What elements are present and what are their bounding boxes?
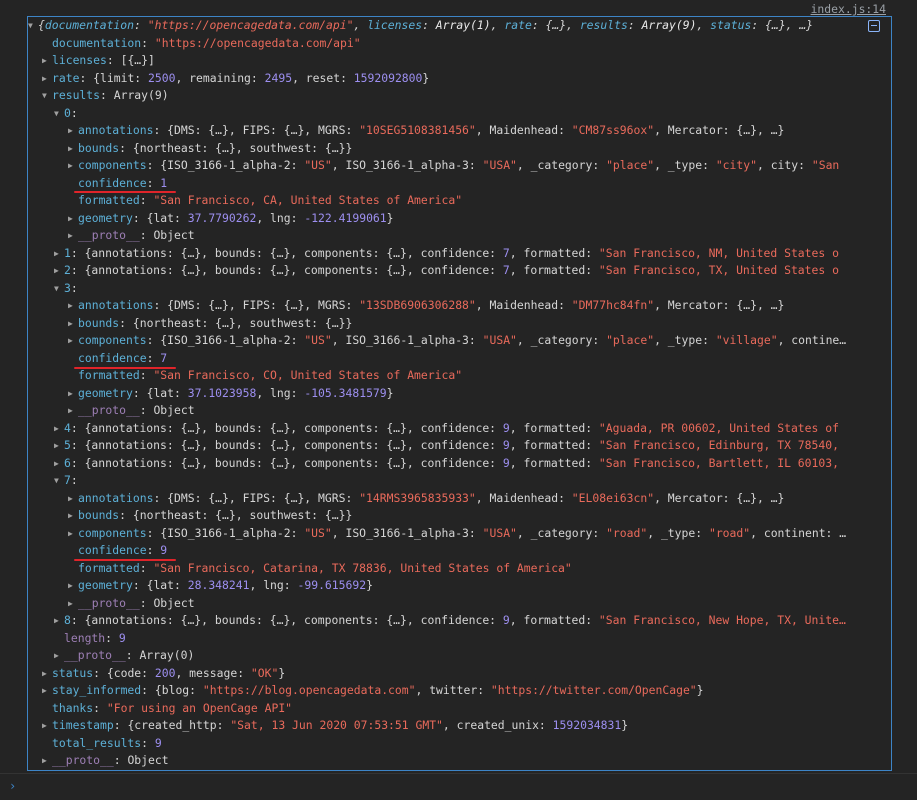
result-item-8[interactable]: ▶ 8: {annotations: {…}, bounds: {…}, comp… (54, 612, 888, 630)
collapsed-triangle-icon[interactable]: ▶ (54, 437, 64, 455)
results-proto[interactable]: ▶ __proto__: Array(0) (54, 647, 888, 665)
prop-stay-informed[interactable]: ▶ stay_informed: {blog: "https://blog.ope… (42, 682, 888, 700)
prop-status[interactable]: ▶ status: {code: 200, message: "OK"} (42, 665, 888, 683)
collapse-icon[interactable] (868, 20, 880, 32)
expand-triangle-icon[interactable]: ▼ (54, 280, 64, 298)
expand-triangle-icon[interactable]: ▼ (54, 472, 64, 490)
r3-geometry[interactable]: ▶ geometry: {lat: 37.1023958, lng: -105.3… (68, 385, 888, 403)
collapsed-triangle-icon[interactable]: ▶ (42, 682, 52, 700)
r7-annotations[interactable]: ▶ annotations: {DMS: {…}, FIPS: {…}, MGRS… (68, 490, 888, 508)
collapsed-triangle-icon[interactable]: ▶ (68, 297, 78, 315)
r0-formatted: formatted: "San Francisco, CA, United St… (78, 193, 463, 207)
prop-total-results: total_results: 9 (52, 735, 162, 750)
r3-confidence: confidence: 7 (78, 350, 168, 365)
collapsed-triangle-icon[interactable]: ▶ (68, 210, 78, 228)
collapsed-triangle-icon[interactable]: ▶ (68, 315, 78, 333)
collapsed-triangle-icon[interactable]: ▶ (42, 52, 52, 70)
collapsed-triangle-icon[interactable]: ▶ (68, 122, 78, 140)
expand-triangle-icon[interactable]: ▼ (54, 105, 64, 123)
prop-rate[interactable]: ▶ rate: {limit: 2500, remaining: 2495, re… (42, 70, 888, 88)
prop-thanks: thanks: "For using an OpenCage API" (52, 700, 293, 715)
collapsed-triangle-icon[interactable]: ▶ (68, 507, 78, 525)
r7-components[interactable]: ▶ components: {ISO_3166-1_alpha-2: "US", … (68, 525, 888, 543)
r0-geometry[interactable]: ▶ geometry: {lat: 37.7790262, lng: -122.4… (68, 210, 888, 228)
collapsed-triangle-icon[interactable]: ▶ (42, 665, 52, 683)
collapsed-triangle-icon[interactable]: ▶ (42, 752, 52, 770)
result-item-0[interactable]: ▼ 0: (54, 105, 888, 123)
r7-geometry[interactable]: ▶ geometry: {lat: 28.348241, lng: -99.615… (68, 577, 888, 595)
prop-licenses[interactable]: ▶ licenses: [{…}] (42, 52, 888, 70)
r0-confidence: confidence: 1 (78, 175, 168, 190)
collapsed-triangle-icon[interactable]: ▶ (68, 140, 78, 158)
collapsed-triangle-icon[interactable]: ▶ (68, 402, 78, 420)
r7-bounds[interactable]: ▶ bounds: {northeast: {…}, southwest: {…}… (68, 507, 888, 525)
collapsed-triangle-icon[interactable]: ▶ (68, 385, 78, 403)
prop-proto[interactable]: ▶ __proto__: Object (42, 752, 888, 770)
collapsed-triangle-icon[interactable]: ▶ (54, 245, 64, 263)
collapsed-triangle-icon[interactable]: ▶ (54, 455, 64, 473)
result-item-5[interactable]: ▶ 5: {annotations: {…}, bounds: {…}, comp… (54, 437, 888, 455)
r0-bounds[interactable]: ▶ bounds: {northeast: {…}, southwest: {…}… (68, 140, 888, 158)
console-object-tree: ▼ {documentation: "https://opencagedata.c… (27, 16, 892, 771)
r0-annotations[interactable]: ▶ annotations: {DMS: {…}, FIPS: {…}, MGRS… (68, 122, 888, 140)
r3-proto[interactable]: ▶ __proto__: Object (68, 402, 888, 420)
r7-formatted: formatted: "San Francisco, Catarina, TX … (78, 560, 572, 575)
r7-proto[interactable]: ▶ __proto__: Object (68, 595, 888, 613)
r3-bounds[interactable]: ▶ bounds: {northeast: {…}, southwest: {…}… (68, 315, 888, 333)
collapsed-triangle-icon[interactable]: ▶ (68, 595, 78, 613)
r0-components[interactable]: ▶ components: {ISO_3166-1_alpha-2: "US", … (68, 157, 888, 175)
source-file-link[interactable]: index.js:14 (811, 1, 886, 17)
result-item-6[interactable]: ▶ 6: {annotations: {…}, bounds: {…}, comp… (54, 455, 888, 473)
collapsed-triangle-icon[interactable]: ▶ (68, 332, 78, 350)
collapsed-triangle-icon[interactable]: ▶ (42, 70, 52, 88)
result-item-2[interactable]: ▶ 2: {annotations: {…}, bounds: {…}, comp… (54, 262, 888, 280)
collapsed-triangle-icon[interactable]: ▶ (68, 490, 78, 508)
r3-annotations[interactable]: ▶ annotations: {DMS: {…}, FIPS: {…}, MGRS… (68, 297, 888, 315)
prop-results[interactable]: ▼ results: Array(9) (42, 87, 888, 105)
collapsed-triangle-icon[interactable]: ▶ (54, 647, 64, 665)
r0-proto[interactable]: ▶ __proto__: Object (68, 227, 888, 245)
result-item-3[interactable]: ▼ 3: (54, 280, 888, 298)
result-item-4[interactable]: ▶ 4: {annotations: {…}, bounds: {…}, comp… (54, 420, 888, 438)
prop-documentation: documentation: "https://opencagedata.com… (52, 35, 361, 50)
r3-components[interactable]: ▶ components: {ISO_3166-1_alpha-2: "US", … (68, 332, 888, 350)
collapsed-triangle-icon[interactable]: ▶ (68, 227, 78, 245)
collapsed-triangle-icon[interactable]: ▶ (68, 525, 78, 543)
expand-triangle-icon[interactable]: ▼ (42, 87, 52, 105)
r3-formatted: formatted: "San Francisco, CO, United St… (78, 368, 463, 382)
expand-triangle-icon[interactable]: ▼ (28, 17, 38, 35)
console-divider (0, 773, 917, 774)
result-item-7[interactable]: ▼ 7: (54, 472, 888, 490)
results-length: length: 9 (64, 630, 126, 645)
collapsed-triangle-icon[interactable]: ▶ (54, 262, 64, 280)
collapsed-triangle-icon[interactable]: ▶ (42, 717, 52, 735)
prop-timestamp[interactable]: ▶ timestamp: {created_http: "Sat, 13 Jun … (42, 717, 888, 735)
collapsed-triangle-icon[interactable]: ▶ (68, 577, 78, 595)
collapsed-triangle-icon[interactable]: ▶ (68, 157, 78, 175)
collapsed-triangle-icon[interactable]: ▶ (54, 420, 64, 438)
console-prompt-icon[interactable]: › (9, 779, 16, 793)
root-object-summary[interactable]: ▼ {documentation: "https://opencagedata.c… (28, 17, 888, 35)
r7-confidence: confidence: 9 (78, 543, 168, 557)
collapsed-triangle-icon[interactable]: ▶ (54, 612, 64, 630)
result-item-1[interactable]: ▶ 1: {annotations: {…}, bounds: {…}, comp… (54, 245, 888, 263)
